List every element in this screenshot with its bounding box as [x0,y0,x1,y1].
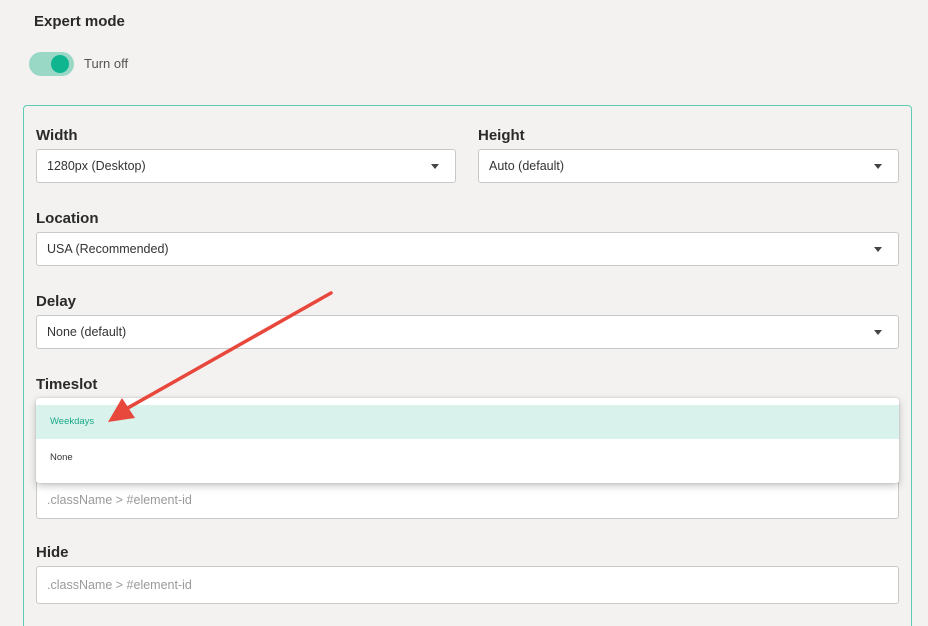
selector-input-placeholder: .className > #element-id [47,493,192,507]
timeslot-option-weekdays[interactable]: Weekdays [36,405,899,439]
expert-settings-page: Expert mode Turn off Width 1280px (Deskt… [0,0,928,626]
delay-select-value: None (default) [47,325,127,339]
hide-input[interactable]: .className > #element-id [36,566,899,604]
toggle-knob [51,55,69,73]
chevron-down-icon [874,247,882,252]
timeslot-label: Timeslot [36,376,98,393]
timeslot-option-none[interactable]: None [36,441,899,475]
location-label: Location [36,210,99,227]
width-select[interactable]: 1280px (Desktop) [36,149,456,183]
height-select[interactable]: Auto (default) [478,149,899,183]
expert-mode-title: Expert mode [34,13,125,30]
location-select[interactable]: USA (Recommended) [36,232,899,266]
chevron-down-icon [431,164,439,169]
selector-input[interactable]: .className > #element-id [36,481,899,519]
delay-select[interactable]: None (default) [36,315,899,349]
expert-mode-toggle[interactable] [29,52,74,76]
toggle-label: Turn off [84,56,129,71]
chevron-down-icon [874,330,882,335]
width-select-value: 1280px (Desktop) [47,159,146,173]
height-select-value: Auto (default) [489,159,565,173]
hide-input-placeholder: .className > #element-id [47,578,192,592]
expert-settings-panel [23,105,912,626]
width-label: Width [36,127,78,144]
height-label: Height [478,127,525,144]
delay-label: Delay [36,293,77,310]
timeslot-dropdown-menu: Weekdays None [36,398,899,483]
chevron-down-icon [874,164,882,169]
hide-label: Hide [36,544,69,561]
location-select-value: USA (Recommended) [47,242,169,256]
